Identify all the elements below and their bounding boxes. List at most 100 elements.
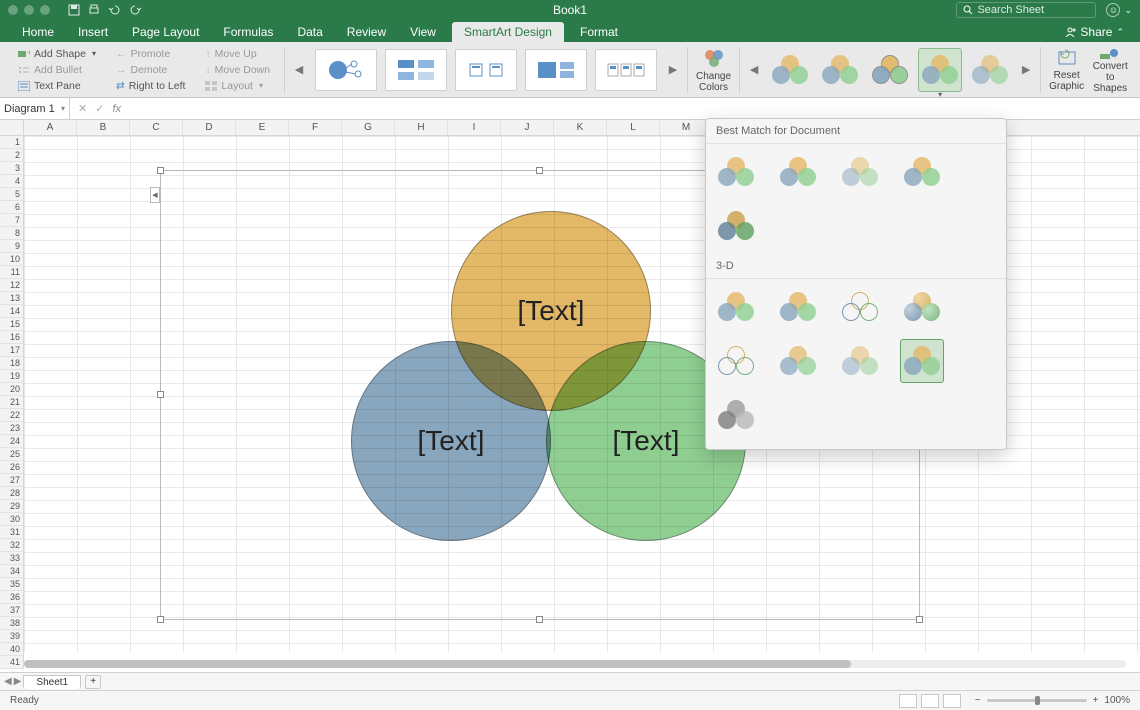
row-header[interactable]: 5: [0, 188, 24, 201]
row-header[interactable]: 41: [0, 656, 24, 669]
style-option[interactable]: [900, 150, 944, 194]
sheet-nav[interactable]: ◀▶: [4, 676, 21, 687]
style-option[interactable]: [838, 150, 882, 194]
tab-formulas[interactable]: Formulas: [211, 22, 285, 42]
style-option[interactable]: [776, 150, 820, 194]
close-window-button[interactable]: [8, 5, 18, 15]
row-header[interactable]: 3: [0, 162, 24, 175]
row-header[interactable]: 30: [0, 513, 24, 526]
column-header[interactable]: K: [554, 120, 607, 135]
row-header[interactable]: 23: [0, 422, 24, 435]
row-header[interactable]: 22: [0, 409, 24, 422]
add-shape-button[interactable]: +Add Shape▾: [16, 47, 98, 61]
tab-home[interactable]: Home: [10, 22, 66, 42]
row-header[interactable]: 2: [0, 149, 24, 162]
row-header[interactable]: 32: [0, 539, 24, 552]
style-option[interactable]: [714, 150, 758, 194]
row-header[interactable]: 38: [0, 617, 24, 630]
save-icon[interactable]: [68, 4, 80, 16]
row-header[interactable]: 39: [0, 630, 24, 643]
scrollbar-thumb[interactable]: [24, 660, 851, 668]
style-thumb-2[interactable]: [818, 48, 862, 92]
text-pane-toggle[interactable]: ◀: [150, 187, 160, 203]
add-bullet-button[interactable]: Add Bullet: [16, 63, 98, 77]
style-option[interactable]: [714, 339, 758, 383]
column-header[interactable]: G: [342, 120, 395, 135]
zoom-out-button[interactable]: −: [975, 695, 981, 706]
column-header[interactable]: D: [183, 120, 236, 135]
tab-data[interactable]: Data: [285, 22, 334, 42]
sheet-tab[interactable]: Sheet1: [23, 675, 81, 689]
layout-thumb-3[interactable]: [455, 49, 517, 91]
style-next-button[interactable]: ▶: [1018, 46, 1034, 94]
cancel-formula-icon[interactable]: ✕: [78, 102, 87, 115]
row-header[interactable]: 6: [0, 201, 24, 214]
tab-format[interactable]: Format: [568, 22, 630, 42]
style-option[interactable]: [838, 339, 882, 383]
promote-button[interactable]: ←Promote: [114, 47, 187, 61]
style-option[interactable]: [714, 285, 758, 329]
style-thumb-4[interactable]: ▾: [918, 48, 962, 92]
row-header[interactable]: 21: [0, 396, 24, 409]
layout-thumb-4[interactable]: [525, 49, 587, 91]
row-header[interactable]: 12: [0, 279, 24, 292]
horizontal-scrollbar[interactable]: [24, 660, 1126, 668]
column-header[interactable]: L: [607, 120, 660, 135]
style-option[interactable]: [900, 285, 944, 329]
page-break-view-button[interactable]: [943, 694, 961, 708]
row-header[interactable]: 20: [0, 383, 24, 396]
zoom-value[interactable]: 100%: [1104, 695, 1130, 706]
resize-handle[interactable]: [157, 391, 164, 398]
column-header[interactable]: H: [395, 120, 448, 135]
undo-icon[interactable]: [108, 4, 122, 16]
demote-button[interactable]: →Demote: [114, 63, 187, 77]
row-header[interactable]: 24: [0, 435, 24, 448]
layout-thumb-1[interactable]: [315, 49, 377, 91]
name-box[interactable]: Diagram 1▾: [0, 98, 70, 119]
resize-handle[interactable]: [916, 616, 923, 623]
style-thumb-3[interactable]: [868, 48, 912, 92]
venn-circle-left[interactable]: [Text]: [351, 341, 551, 541]
row-header[interactable]: 37: [0, 604, 24, 617]
row-header[interactable]: 29: [0, 500, 24, 513]
column-header[interactable]: C: [130, 120, 183, 135]
style-option[interactable]: [838, 285, 882, 329]
style-prev-button[interactable]: ◀: [746, 46, 762, 94]
style-option[interactable]: [776, 285, 820, 329]
row-header[interactable]: 4: [0, 175, 24, 188]
row-header[interactable]: 25: [0, 448, 24, 461]
row-header[interactable]: 7: [0, 214, 24, 227]
change-colors-button[interactable]: Change Colors: [694, 46, 734, 94]
column-header[interactable]: A: [24, 120, 77, 135]
gallery-next-button[interactable]: ▶: [665, 46, 681, 94]
row-header[interactable]: 10: [0, 253, 24, 266]
row-header[interactable]: 8: [0, 227, 24, 240]
row-header[interactable]: 31: [0, 526, 24, 539]
chevron-down-icon[interactable]: ⌄: [1124, 5, 1132, 16]
style-option-selected[interactable]: [900, 339, 944, 383]
layout-thumb-2[interactable]: [385, 49, 447, 91]
reset-graphic-button[interactable]: Reset Graphic: [1047, 46, 1087, 94]
zoom-in-button[interactable]: +: [1093, 695, 1099, 706]
column-header[interactable]: E: [236, 120, 289, 135]
layout-thumb-5[interactable]: [595, 49, 657, 91]
print-icon[interactable]: [88, 4, 100, 16]
column-header[interactable]: F: [289, 120, 342, 135]
select-all-corner[interactable]: [0, 120, 24, 135]
chevron-down-icon[interactable]: ▾: [938, 90, 942, 99]
add-sheet-button[interactable]: +: [85, 675, 101, 689]
row-header[interactable]: 15: [0, 318, 24, 331]
style-thumb-1[interactable]: [768, 48, 812, 92]
tab-smartart-design[interactable]: SmartArt Design: [452, 22, 564, 42]
fx-icon[interactable]: fx: [112, 103, 121, 115]
move-down-button[interactable]: ↓Move Down: [203, 63, 272, 77]
move-up-button[interactable]: ↑Move Up: [203, 47, 272, 61]
gallery-prev-button[interactable]: ◀: [291, 46, 307, 94]
column-header[interactable]: I: [448, 120, 501, 135]
column-header[interactable]: B: [77, 120, 130, 135]
row-header[interactable]: 35: [0, 578, 24, 591]
redo-icon[interactable]: [130, 4, 144, 16]
resize-handle[interactable]: [536, 616, 543, 623]
row-header[interactable]: 40: [0, 643, 24, 656]
row-header[interactable]: 34: [0, 565, 24, 578]
